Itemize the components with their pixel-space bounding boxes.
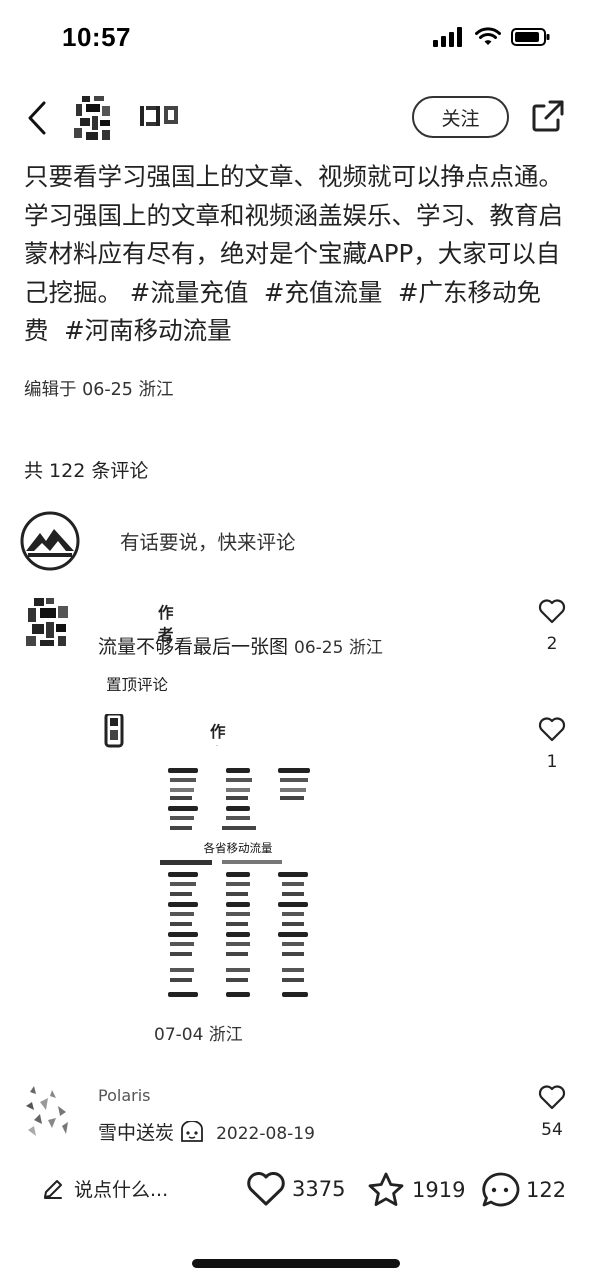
comment-button[interactable]: 122 <box>480 1171 566 1209</box>
comment-total: 122 <box>526 1178 567 1202</box>
comment-bubble-icon <box>482 1172 520 1207</box>
back-button[interactable] <box>22 98 52 138</box>
comment-like[interactable]: 2 <box>532 598 572 654</box>
favorite-total: 1919 <box>412 1178 466 1202</box>
comment-input[interactable]: 有话要说，快来评论 <box>120 526 296 555</box>
heart-icon[interactable] <box>538 1084 566 1110</box>
hashtag-link[interactable]: #充值流量 <box>264 278 383 307</box>
comment-image[interactable]: 各省移动流量 <box>160 746 320 1006</box>
heart-icon[interactable] <box>538 598 566 624</box>
like-button[interactable]: 3375 <box>246 1171 345 1207</box>
status-icons <box>433 27 551 47</box>
comment-text: 流量不够看最后一张图 <box>98 636 289 658</box>
emoji-icon <box>181 1120 203 1142</box>
status-time: 10:57 <box>62 22 131 52</box>
author-avatar[interactable] <box>72 94 114 142</box>
author-name-redacted <box>140 106 178 126</box>
heart-icon[interactable] <box>538 716 566 742</box>
comment-text: 雪中送炭 <box>98 1122 175 1144</box>
like-count: 2 <box>546 634 558 654</box>
chevron-left-icon <box>28 101 46 135</box>
heart-icon <box>247 1172 285 1206</box>
pencil-icon <box>44 1179 62 1199</box>
wifi-icon <box>475 27 501 45</box>
hashtag-link[interactable]: #流量充值 <box>130 278 249 307</box>
signal-icon <box>433 27 462 47</box>
like-total: 3375 <box>292 1177 346 1201</box>
follow-button[interactable]: 关注 <box>412 96 509 138</box>
comment-like[interactable]: 54 <box>532 1084 572 1140</box>
comment-like[interactable]: 1 <box>532 716 572 772</box>
my-avatar <box>20 511 80 571</box>
home-indicator[interactable] <box>192 1259 400 1268</box>
favorite-button[interactable]: 1919 <box>366 1171 465 1209</box>
comment-time: 2022-08-19 <box>216 1124 315 1144</box>
comment-text-row: 流量不够看最后一张图 06-25 浙江 <box>98 632 383 659</box>
say-something-input[interactable]: 说点什么... <box>42 1175 168 1202</box>
post-header: 关注 <box>0 90 591 146</box>
battery-icon <box>511 28 550 46</box>
like-count: 1 <box>546 752 558 772</box>
comment-time: 07-04 浙江 <box>154 1025 243 1045</box>
comment-count: 共 122 条评论 <box>24 460 149 482</box>
bottom-action-bar: 说点什么... 3375 1919 122 <box>0 1165 591 1215</box>
share-icon[interactable] <box>530 98 566 134</box>
comment-text-row: 雪中送炭 2022-08-19 <box>98 1118 315 1145</box>
say-something-label: 说点什么... <box>74 1179 169 1201</box>
pinned-label: 置顶评论 <box>106 676 169 694</box>
post-text: 只要看学习强国上的文章、视频就可以挣点点通。学习强国上的文章和视频涵盖娱乐、学习… <box>24 158 569 351</box>
comment-image-title: 各省移动流量 <box>204 841 273 855</box>
hashtag-link[interactable]: #河南移动流量 <box>64 316 232 345</box>
comment-time: 06-25 浙江 <box>294 638 383 658</box>
commenter-name[interactable]: Polaris <box>98 1086 150 1105</box>
commenter-avatar[interactable] <box>24 596 72 648</box>
like-count: 54 <box>541 1120 563 1140</box>
star-icon <box>368 1172 404 1206</box>
status-bar: 10:57 <box>0 0 591 80</box>
commenter-avatar[interactable] <box>104 714 126 748</box>
edit-meta: 编辑于 06-25 浙江 <box>24 380 174 400</box>
commenter-avatar[interactable] <box>22 1084 74 1140</box>
